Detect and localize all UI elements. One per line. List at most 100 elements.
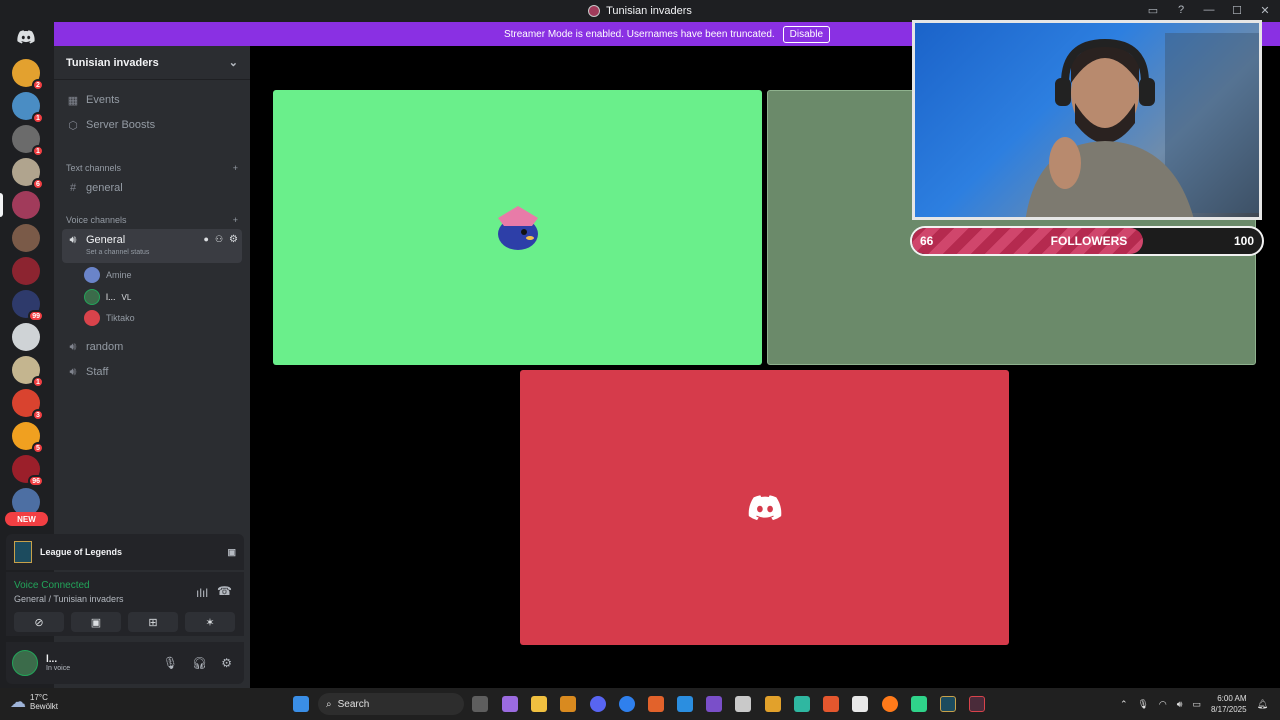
- server-icon: [588, 5, 601, 17]
- user-tag: VL: [121, 292, 132, 302]
- brave-icon[interactable]: [823, 696, 839, 712]
- start-button[interactable]: [293, 696, 309, 712]
- weather-widget[interactable]: ☁ 17°C Bewölkt: [10, 692, 58, 712]
- taskbar: [0, 688, 1280, 720]
- disconnect-icon[interactable]: ☎: [217, 584, 232, 598]
- chat-icon[interactable]: ●: [204, 234, 209, 244]
- events-item[interactable]: ▦ Events: [62, 89, 242, 111]
- server-icon[interactable]: 1: [12, 125, 44, 157]
- headphones-icon[interactable]: 🎧︎: [192, 656, 207, 670]
- voice-user[interactable]: Amine: [84, 266, 132, 284]
- disable-button[interactable]: Disable: [782, 25, 831, 43]
- avatar: [497, 205, 538, 250]
- app-icon[interactable]: [765, 696, 781, 712]
- camera-off-button[interactable]: ⊘: [14, 612, 64, 632]
- avatar[interactable]: [12, 650, 38, 676]
- server-icon[interactable]: [12, 323, 40, 351]
- add-user-icon[interactable]: ⚇: [215, 234, 223, 245]
- voice-category-label: Voice channels: [66, 215, 127, 225]
- microphone-icon[interactable]: 🎙︎: [163, 656, 178, 670]
- game-icon: [14, 541, 32, 563]
- voice-channel-random[interactable]: 🔊︎ random: [62, 336, 242, 358]
- unread-badge: 2: [32, 79, 44, 91]
- home-button[interactable]: [12, 26, 40, 48]
- search-label: Search: [337, 698, 370, 710]
- help-icon[interactable]: ?: [1174, 3, 1188, 17]
- search-input[interactable]: ⌕ Search: [318, 693, 464, 715]
- new-badge[interactable]: NEW: [5, 512, 48, 526]
- server-icon[interactable]: 96: [12, 455, 44, 487]
- firefox-icon[interactable]: [882, 696, 898, 712]
- server-icon[interactable]: [12, 224, 40, 252]
- unread-badge: 5: [32, 442, 44, 454]
- messenger-icon[interactable]: [619, 696, 635, 712]
- wifi-icon[interactable]: ◠: [1159, 699, 1167, 710]
- gear-icon[interactable]: ⚙: [229, 234, 238, 245]
- gear-icon[interactable]: ⚙: [221, 656, 232, 670]
- channel-label: random: [86, 341, 124, 353]
- app-icon[interactable]: [560, 696, 576, 712]
- server-icon[interactable]: [12, 257, 40, 285]
- copilot-icon[interactable]: [502, 696, 518, 712]
- league-icon[interactable]: [940, 696, 956, 712]
- voice-channel-staff[interactable]: 🔊︎ Staff: [62, 361, 242, 383]
- discord-taskbar-icon[interactable]: [590, 696, 606, 712]
- banner-text: Streamer Mode is enabled. Usernames have…: [503, 28, 775, 40]
- clock[interactable]: 6:00 AM 8/17/2025: [1211, 693, 1247, 715]
- notification-icon[interactable]: 🔔︎: [1257, 699, 1268, 710]
- channel-general[interactable]: # general: [62, 177, 242, 199]
- file-explorer-icon[interactable]: [531, 696, 547, 712]
- game-name: League of Legends: [40, 547, 123, 557]
- server-boosts-item[interactable]: ⬡ Server Boosts: [62, 114, 242, 136]
- voice-channel-label: General: [86, 234, 126, 246]
- participant-tile[interactable]: [273, 90, 762, 365]
- server-header[interactable]: Tunisian invaders ⌄: [54, 46, 250, 80]
- search-icon: ⌕: [326, 698, 332, 710]
- maximize-icon[interactable]: ☐: [1230, 3, 1244, 17]
- server-icon[interactable]: 3: [12, 389, 44, 421]
- user-panel: l... In voice 🎙︎ 🎧︎ ⚙: [6, 642, 244, 684]
- server-icon[interactable]: 1: [12, 92, 44, 124]
- app-icon[interactable]: [911, 696, 927, 712]
- activity-panel[interactable]: League of Legends ▣: [6, 534, 244, 570]
- avatar: [84, 310, 100, 326]
- volume-icon[interactable]: 🔊︎: [1177, 699, 1183, 710]
- participant-tile[interactable]: [520, 370, 1009, 645]
- server-icon[interactable]: 6: [12, 158, 44, 190]
- obsidian-icon[interactable]: [706, 696, 722, 712]
- minimize-icon[interactable]: —: [1202, 3, 1216, 17]
- server-icon[interactable]: 2: [12, 59, 44, 91]
- app-icon[interactable]: [735, 696, 751, 712]
- plus-icon[interactable]: +: [233, 163, 238, 173]
- voice-channel-general[interactable]: 🔊︎ General Set a channel status ● ⚇ ⚙: [62, 229, 242, 263]
- voice-location[interactable]: General / Tunisian invaders: [14, 594, 124, 604]
- task-view-icon[interactable]: [472, 696, 488, 712]
- battery-icon[interactable]: ▭: [1192, 699, 1201, 710]
- unread-badge: 99: [28, 310, 44, 322]
- app-icon[interactable]: [794, 696, 810, 712]
- voice-status[interactable]: Voice Connected: [14, 580, 90, 591]
- vscode-icon[interactable]: [677, 696, 693, 712]
- server-icon[interactable]: [12, 191, 40, 219]
- server-icon[interactable]: 1: [12, 356, 44, 388]
- plus-icon[interactable]: +: [233, 215, 238, 225]
- share-screen-button[interactable]: ▣: [71, 612, 121, 632]
- voice-user[interactable]: Tiktako: [84, 309, 135, 327]
- server-icon[interactable]: 99: [12, 290, 44, 322]
- close-icon[interactable]: ✕: [1258, 3, 1272, 17]
- microphone-icon[interactable]: 🎙︎: [1137, 699, 1148, 710]
- channel-status[interactable]: Set a channel status: [86, 249, 204, 256]
- voice-category[interactable]: Voice channels +: [66, 215, 238, 225]
- chevron-up-icon[interactable]: ⌃: [1120, 699, 1128, 710]
- sound-wave-icon[interactable]: ılıl: [196, 586, 208, 600]
- server-icon[interactable]: 5: [12, 422, 44, 454]
- activities-button[interactable]: ⊞: [128, 612, 178, 632]
- tradingview-icon[interactable]: [852, 696, 868, 712]
- text-category[interactable]: Text channels +: [66, 163, 238, 173]
- stream-icon[interactable]: ▣: [227, 547, 236, 558]
- inbox-icon[interactable]: ▭: [1146, 3, 1160, 17]
- voice-user[interactable]: l... VL: [84, 288, 131, 306]
- soundboard-button[interactable]: ✶: [185, 612, 235, 632]
- obs-icon[interactable]: [969, 696, 985, 712]
- app-icon[interactable]: [648, 696, 664, 712]
